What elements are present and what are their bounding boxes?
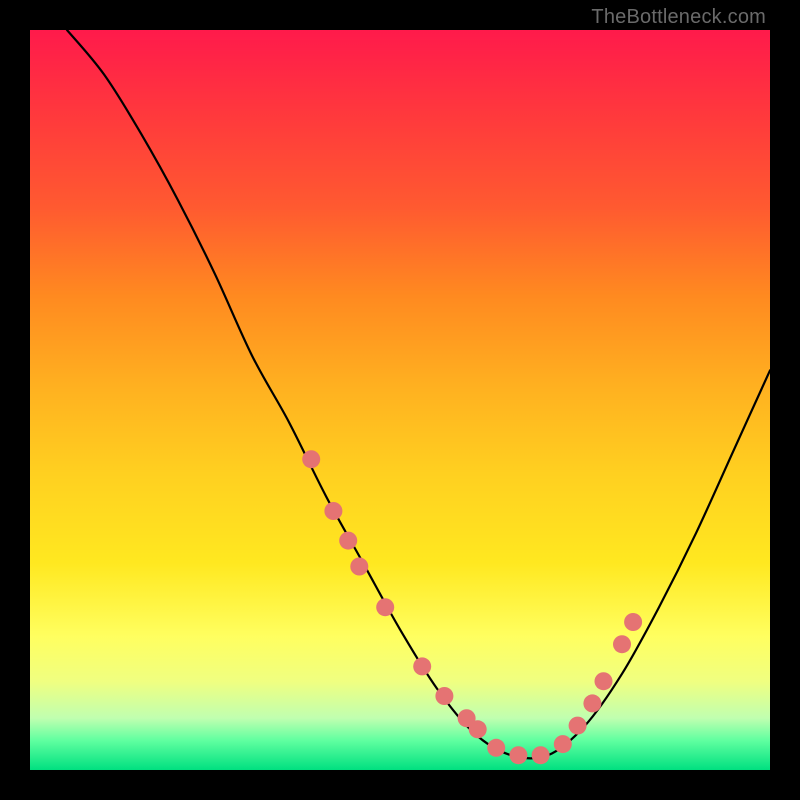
- watermark-text: TheBottleneck.com: [591, 6, 766, 29]
- curve-svg: [30, 30, 770, 770]
- chart-frame: TheBottleneck.com: [0, 0, 800, 800]
- marker-dot: [532, 746, 550, 764]
- marker-dot: [583, 694, 601, 712]
- marker-dot: [302, 450, 320, 468]
- plot-area: [30, 30, 770, 770]
- marker-dot: [339, 532, 357, 550]
- marker-dot: [509, 746, 527, 764]
- marker-dot: [435, 687, 453, 705]
- marker-dot: [569, 717, 587, 735]
- marker-dot: [595, 672, 613, 690]
- marker-dot: [487, 739, 505, 757]
- marker-dot: [376, 598, 394, 616]
- marker-dot: [469, 720, 487, 738]
- marker-dot: [324, 502, 342, 520]
- marker-dot: [413, 657, 431, 675]
- marker-dot: [350, 558, 368, 576]
- marker-dot: [613, 635, 631, 653]
- marker-dot: [554, 735, 572, 753]
- bottleneck-curve: [67, 30, 770, 758]
- marker-dot: [624, 613, 642, 631]
